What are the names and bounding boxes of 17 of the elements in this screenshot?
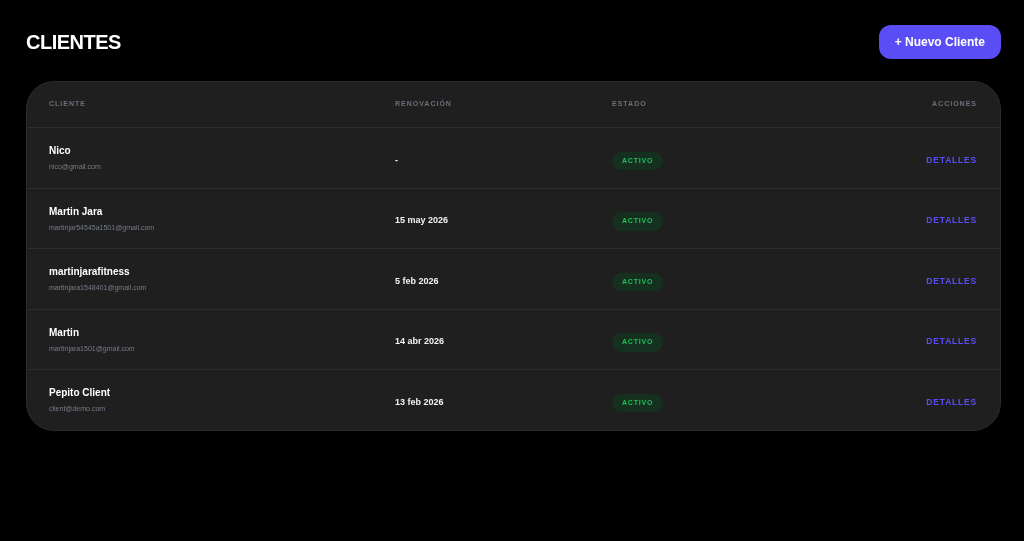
page-title: CLIENTES <box>26 30 121 54</box>
details-link[interactable]: DETALLES <box>926 336 977 347</box>
client-name: Martin Jara <box>49 204 104 219</box>
details-link[interactable]: DETALLES <box>926 396 977 407</box>
details-link[interactable]: DETALLES <box>926 154 977 165</box>
renewal-date: 5 feb 2026 <box>395 275 439 286</box>
renewal-date: 13 feb 2026 <box>395 396 444 407</box>
renewal-date: 14 abr 2026 <box>395 336 445 347</box>
details-link[interactable]: DETALLES <box>926 275 977 286</box>
renewal-date: - <box>395 154 398 165</box>
client-name: Pepito Client <box>49 386 112 400</box>
details-link[interactable]: DETALLES <box>926 215 977 226</box>
client-name: martinjarafitness <box>49 265 131 279</box>
new-client-button[interactable]: + Nuevo Cliente <box>878 25 1001 59</box>
client-name: Nico <box>49 144 72 158</box>
renewal-date: 15 may 2026 <box>395 215 449 226</box>
client-name: Martin <box>49 325 80 340</box>
